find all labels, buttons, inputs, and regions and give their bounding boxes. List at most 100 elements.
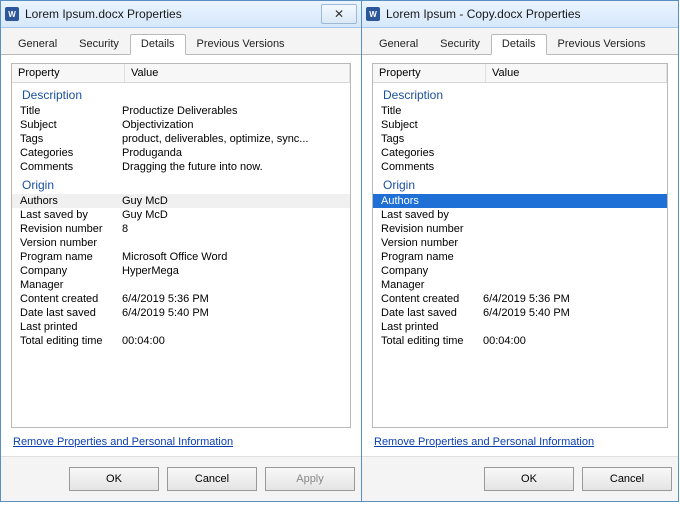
titlebar: Lorem Ipsum.docx Properties ✕ bbox=[1, 1, 361, 28]
grid-body[interactable]: Description Title Subject Tags Categorie… bbox=[373, 84, 667, 427]
value bbox=[481, 279, 667, 291]
value: Objectivization bbox=[120, 119, 350, 131]
value bbox=[481, 195, 667, 207]
value: 6/4/2019 5:36 PM bbox=[120, 293, 350, 305]
row-total-editing-time[interactable]: Total editing time00:04:00 bbox=[373, 334, 667, 348]
row-version-number[interactable]: Version number bbox=[12, 236, 350, 250]
column-header-property[interactable]: Property bbox=[373, 64, 486, 82]
row-date-last-saved[interactable]: Date last saved6/4/2019 5:40 PM bbox=[12, 306, 350, 320]
label: Authors bbox=[377, 195, 481, 207]
row-title[interactable]: Title bbox=[373, 104, 667, 118]
word-doc-icon bbox=[5, 7, 19, 21]
row-subject[interactable]: Subject bbox=[373, 118, 667, 132]
tab-details[interactable]: Details bbox=[491, 34, 547, 55]
row-date-last-saved[interactable]: Date last saved6/4/2019 5:40 PM bbox=[373, 306, 667, 320]
tab-security[interactable]: Security bbox=[68, 34, 130, 54]
value: 00:04:00 bbox=[481, 335, 667, 347]
label: Revision number bbox=[377, 223, 481, 235]
row-company[interactable]: Company bbox=[373, 264, 667, 278]
row-comments[interactable]: Comments bbox=[373, 160, 667, 174]
tab-security[interactable]: Security bbox=[429, 34, 491, 54]
section-origin: Origin bbox=[12, 174, 350, 194]
label: Last printed bbox=[16, 321, 120, 333]
row-title[interactable]: TitleProductize Deliverables bbox=[12, 104, 350, 118]
row-categories[interactable]: CategoriesProduganda bbox=[12, 146, 350, 160]
properties-window-right: Lorem Ipsum - Copy.docx Properties Gener… bbox=[362, 0, 679, 502]
column-header-property[interactable]: Property bbox=[12, 64, 125, 82]
remove-properties-link[interactable]: Remove Properties and Personal Informati… bbox=[13, 436, 233, 448]
properties-window-left: Lorem Ipsum.docx Properties ✕ General Se… bbox=[0, 0, 362, 502]
tab-bar: General Security Details Previous Versio… bbox=[362, 28, 678, 55]
row-subject[interactable]: SubjectObjectivization bbox=[12, 118, 350, 132]
row-content-created[interactable]: Content created6/4/2019 5:36 PM bbox=[12, 292, 350, 306]
row-revision-number[interactable]: Revision number8 bbox=[12, 222, 350, 236]
label: Tags bbox=[16, 133, 120, 145]
row-version-number[interactable]: Version number bbox=[373, 236, 667, 250]
label: Date last saved bbox=[377, 307, 481, 319]
tab-general[interactable]: General bbox=[7, 34, 68, 54]
row-authors[interactable]: AuthorsGuy McD bbox=[12, 194, 350, 208]
value bbox=[481, 161, 667, 173]
row-last-saved-by[interactable]: Last saved byGuy McD bbox=[12, 208, 350, 222]
apply-button[interactable]: Apply bbox=[265, 467, 355, 491]
column-header-value[interactable]: Value bbox=[125, 64, 350, 82]
row-last-printed[interactable]: Last printed bbox=[373, 320, 667, 334]
tab-details[interactable]: Details bbox=[130, 34, 186, 55]
value: Productize Deliverables bbox=[120, 105, 350, 117]
value bbox=[120, 279, 350, 291]
section-description: Description bbox=[373, 84, 667, 104]
row-last-saved-by[interactable]: Last saved by bbox=[373, 208, 667, 222]
tab-previous-versions[interactable]: Previous Versions bbox=[547, 34, 657, 54]
row-manager[interactable]: Manager bbox=[373, 278, 667, 292]
cancel-button[interactable]: Cancel bbox=[582, 467, 672, 491]
row-program-name[interactable]: Program nameMicrosoft Office Word bbox=[12, 250, 350, 264]
label: Subject bbox=[377, 119, 481, 131]
word-doc-icon bbox=[366, 7, 380, 21]
row-program-name[interactable]: Program name bbox=[373, 250, 667, 264]
value: Dragging the future into now. bbox=[120, 161, 350, 173]
value: Guy McD bbox=[120, 195, 350, 207]
row-last-printed[interactable]: Last printed bbox=[12, 320, 350, 334]
tab-general[interactable]: General bbox=[368, 34, 429, 54]
label: Tags bbox=[377, 133, 481, 145]
value: 6/4/2019 5:36 PM bbox=[481, 293, 667, 305]
grid-header: Property Value bbox=[373, 64, 667, 83]
ok-button[interactable]: OK bbox=[484, 467, 574, 491]
row-revision-number[interactable]: Revision number bbox=[373, 222, 667, 236]
grid-header: Property Value bbox=[12, 64, 350, 83]
tab-content: Property Value Description Title Subject… bbox=[362, 55, 678, 456]
label: Last saved by bbox=[16, 209, 120, 221]
label: Content created bbox=[16, 293, 120, 305]
titlebar: Lorem Ipsum - Copy.docx Properties bbox=[362, 1, 678, 28]
row-tags[interactable]: Tagsproduct, deliverables, optimize, syn… bbox=[12, 132, 350, 146]
value bbox=[120, 321, 350, 333]
label: Program name bbox=[377, 251, 481, 263]
row-tags[interactable]: Tags bbox=[373, 132, 667, 146]
cancel-button[interactable]: Cancel bbox=[167, 467, 257, 491]
row-content-created[interactable]: Content created6/4/2019 5:36 PM bbox=[373, 292, 667, 306]
label: Title bbox=[16, 105, 120, 117]
label: Company bbox=[16, 265, 120, 277]
value bbox=[481, 105, 667, 117]
row-categories[interactable]: Categories bbox=[373, 146, 667, 160]
label: Title bbox=[377, 105, 481, 117]
close-button[interactable]: ✕ bbox=[321, 4, 357, 24]
label: Categories bbox=[16, 147, 120, 159]
value: HyperMega bbox=[120, 265, 350, 277]
value bbox=[481, 237, 667, 249]
tab-previous-versions[interactable]: Previous Versions bbox=[186, 34, 296, 54]
row-total-editing-time[interactable]: Total editing time00:04:00 bbox=[12, 334, 350, 348]
row-company[interactable]: CompanyHyperMega bbox=[12, 264, 350, 278]
column-header-value[interactable]: Value bbox=[486, 64, 667, 82]
ok-button[interactable]: OK bbox=[69, 467, 159, 491]
grid-body[interactable]: Description TitleProductize Deliverables… bbox=[12, 84, 350, 427]
row-manager[interactable]: Manager bbox=[12, 278, 350, 292]
row-comments[interactable]: CommentsDragging the future into now. bbox=[12, 160, 350, 174]
value bbox=[481, 147, 667, 159]
property-grid: Property Value Description TitleProducti… bbox=[11, 63, 351, 428]
remove-properties-link[interactable]: Remove Properties and Personal Informati… bbox=[374, 436, 594, 448]
value: Microsoft Office Word bbox=[120, 251, 350, 263]
value bbox=[481, 251, 667, 263]
window-title: Lorem Ipsum - Copy.docx Properties bbox=[386, 7, 674, 21]
row-authors[interactable]: Authors bbox=[373, 194, 667, 208]
